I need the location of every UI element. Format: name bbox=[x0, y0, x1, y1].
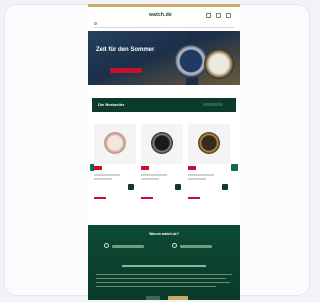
product-image[interactable] bbox=[141, 124, 183, 164]
view-all-link[interactable] bbox=[203, 103, 223, 106]
product-price bbox=[94, 197, 106, 199]
product-card[interactable] bbox=[141, 122, 183, 204]
product-image[interactable] bbox=[94, 124, 136, 164]
search-input[interactable] bbox=[94, 22, 234, 28]
footer-text bbox=[96, 282, 230, 283]
add-to-cart-button[interactable] bbox=[128, 184, 134, 190]
benefit-item bbox=[112, 245, 144, 248]
webpage-preview: watch.de Zeit für den Sommer Die Bestsel… bbox=[88, 4, 240, 300]
hero-watch-image bbox=[204, 49, 234, 79]
cart-icon[interactable] bbox=[226, 13, 231, 18]
add-to-cart-button[interactable] bbox=[175, 184, 181, 190]
hero-watch-image bbox=[174, 44, 208, 78]
section-title: Die Bestseller bbox=[98, 102, 125, 107]
footer-text bbox=[96, 274, 232, 275]
product-price bbox=[141, 197, 153, 199]
product-subtitle bbox=[188, 178, 206, 180]
footer-subtitle bbox=[122, 265, 206, 267]
product-card[interactable] bbox=[94, 122, 136, 204]
bestsellers-header: Die Bestseller bbox=[92, 98, 236, 112]
watch-dial bbox=[151, 132, 173, 154]
hero-cta-button[interactable] bbox=[110, 68, 142, 73]
product-carousel bbox=[88, 122, 240, 207]
benefit-icon bbox=[172, 243, 177, 248]
product-card[interactable] bbox=[188, 122, 230, 204]
sale-badge bbox=[188, 166, 196, 170]
site-header: watch.de bbox=[88, 7, 240, 29]
site-logo[interactable]: watch.de bbox=[149, 12, 172, 18]
benefit-item bbox=[180, 245, 212, 248]
search-icon bbox=[94, 22, 97, 25]
footer-title: Warum watch.de? bbox=[149, 232, 179, 236]
footer-text bbox=[96, 286, 216, 287]
hero-banner[interactable]: Zeit für den Sommer bbox=[88, 31, 240, 85]
sale-badge bbox=[94, 166, 102, 170]
product-title bbox=[94, 174, 120, 176]
footer-text bbox=[96, 278, 226, 279]
footer-secondary-button[interactable] bbox=[146, 296, 160, 300]
wishlist-icon[interactable] bbox=[216, 13, 221, 18]
watch-dial bbox=[104, 132, 126, 154]
product-subtitle bbox=[141, 178, 159, 180]
benefit-icon bbox=[104, 243, 109, 248]
footer-primary-button[interactable] bbox=[168, 296, 188, 300]
sale-badge bbox=[141, 166, 149, 170]
hero-title: Zeit für den Sommer bbox=[96, 47, 155, 53]
watch-dial bbox=[198, 132, 220, 154]
product-subtitle bbox=[94, 178, 112, 180]
product-title bbox=[141, 174, 167, 176]
benefits-section: Warum watch.de? bbox=[88, 225, 240, 300]
product-title bbox=[188, 174, 214, 176]
carousel-next-button[interactable] bbox=[231, 164, 238, 171]
product-price bbox=[188, 197, 200, 199]
add-to-cart-button[interactable] bbox=[222, 184, 228, 190]
account-icon[interactable] bbox=[206, 13, 211, 18]
product-image[interactable] bbox=[188, 124, 230, 164]
